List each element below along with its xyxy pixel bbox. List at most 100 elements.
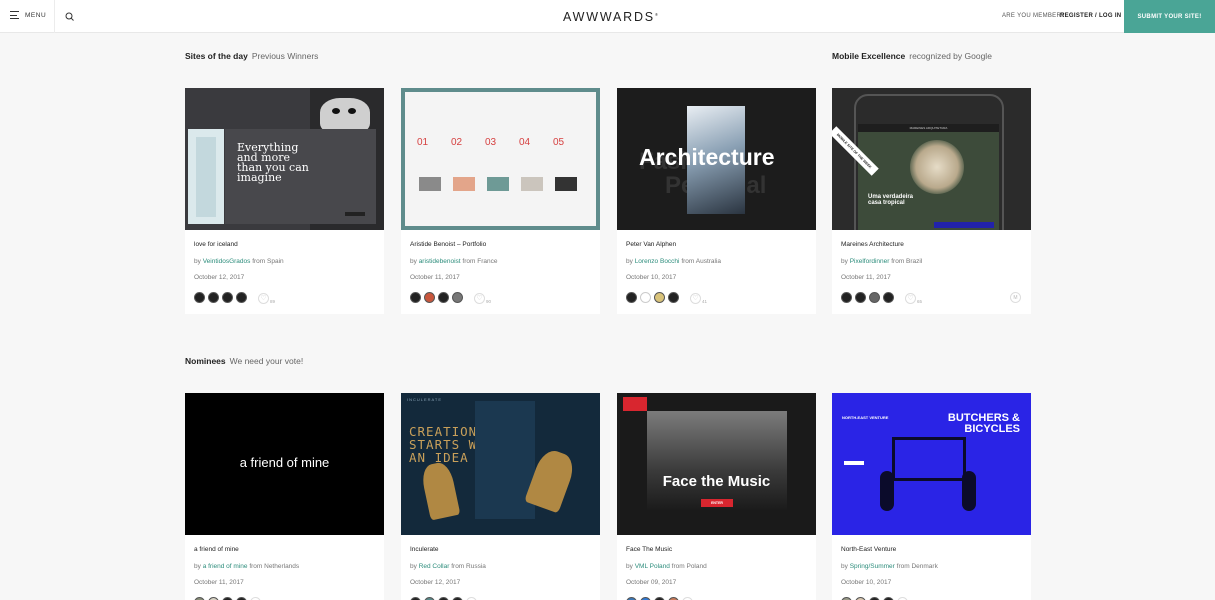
hero-text: Everything and more than you can imagine [237,141,309,184]
mobile-badge-icon: M [1010,292,1021,303]
previous-winners-link[interactable]: Previous Winners [252,51,319,61]
site-name[interactable]: Inculerate [410,546,439,553]
like-button[interactable]: ♡ 90 [474,292,491,304]
by-label: by [410,563,417,570]
site-card[interactable]: a friend of mine a friend of mine by a f… [185,393,384,600]
jury-avatar[interactable] [222,292,233,303]
jury-avatars [410,292,463,303]
site-card[interactable]: 01 02 03 04 05 Aristide Benoist – Portfo… [401,88,600,314]
site-credit: by Lorenzo Bocchi from Australia [626,258,721,265]
jury-avatars [194,292,247,303]
author-link[interactable]: Red Collar [419,563,450,570]
country: from Denmark [896,563,938,570]
jury-avatar[interactable] [424,292,435,303]
site-thumbnail[interactable]: Fashion Personal Architecture [617,88,816,230]
site-name[interactable]: love for iceland [194,241,238,248]
author-link[interactable]: VeintidosGrados [203,258,251,265]
thumb-brand: INCULERATE [407,397,443,402]
hamburger-icon [10,11,19,19]
author-link[interactable]: Spring/Summer [850,563,895,570]
author-link[interactable]: a friend of mine [203,563,248,570]
like-count: 41 [702,299,708,304]
site-card[interactable]: Face the Music ENTER Face The Music by V… [617,393,816,600]
section-title: Nominees [185,356,226,366]
site-card[interactable]: Everything and more than you can imagine… [185,88,384,314]
site-thumbnail[interactable]: NORTH-EAST VENTURE BUTCHERS & BICYCLES [832,393,1031,535]
jury-avatar[interactable] [438,292,449,303]
bike-wheel [962,471,976,511]
jury-avatar[interactable] [855,292,866,303]
by-label: by [841,563,848,570]
jury-avatar[interactable] [208,292,219,303]
site-thumbnail[interactable]: INCULERATE CREATION STARTS WITH AN IDEA [401,393,600,535]
site-thumbnail[interactable]: Face the Music ENTER [617,393,816,535]
site-name[interactable]: Peter Van Alphen [626,241,676,248]
hero-text: a friend of mine [239,455,330,470]
hero-text: Architecture [639,144,775,170]
sites-of-the-day-heading: Sites of the day Previous Winners [185,51,318,61]
author-link[interactable]: VML Poland [635,563,670,570]
sidebar-panel [188,129,224,224]
jury-avatar[interactable] [236,292,247,303]
jury-avatar[interactable] [668,292,679,303]
site-date: October 09, 2017 [626,579,677,586]
like-button[interactable]: ♡ 89 [258,292,275,304]
jury-avatar[interactable] [841,292,852,303]
author-link[interactable]: Lorenzo Bocchi [635,258,680,265]
site-name[interactable]: Face The Music [626,546,672,553]
hero-text: BUTCHERS & BICYCLES [947,412,1020,435]
site-thumbnail[interactable]: Everything and more than you can imagine [185,88,384,230]
country: from Netherlands [249,563,300,570]
top-navbar: MENU AWWWARDS® ARE YOU MEMBER? REGISTER … [0,0,1215,33]
site-card[interactable]: Fashion Personal Architecture Peter Van … [617,88,816,314]
site-card[interactable]: NORTH-EAST VENTURE BUTCHERS & BICYCLES N… [832,393,1031,600]
logo-text: AWWWARDS [563,10,655,24]
author-link[interactable]: aristidebenoist [419,258,461,265]
bike-wheel [880,471,894,511]
brand-logo [623,397,647,411]
site-thumbnail[interactable]: a friend of mine [185,393,384,535]
jury-avatar[interactable] [194,292,205,303]
submit-site-button[interactable]: SUBMIT YOUR SITE! [1124,0,1215,33]
jury-avatar[interactable] [883,292,894,303]
author-link[interactable]: Pixelfordinner [850,258,890,265]
by-label: by [626,563,633,570]
section-title: Sites of the day [185,51,248,61]
site-card[interactable]: INCULERATE CREATION STARTS WITH AN IDEA … [401,393,600,600]
header-divider [54,0,55,33]
jury-avatar[interactable] [654,292,665,303]
project-number: 03 [485,137,497,148]
search-icon[interactable] [64,10,76,22]
site-date: October 10, 2017 [626,274,677,281]
like-count: 89 [270,299,276,304]
jury-avatar[interactable] [640,292,651,303]
jury-avatar[interactable] [410,292,421,303]
jury-avatar[interactable] [626,292,637,303]
like-count: 90 [486,299,492,304]
like-button[interactable]: ♡ 65 [905,292,922,304]
phone-header: MAREINES ARQUITETURA [858,124,999,132]
site-name[interactable]: Mareines Architecture [841,241,904,248]
site-date: October 11, 2017 [841,274,891,281]
like-button[interactable]: ♡ 41 [690,292,707,304]
site-date: October 11, 2017 [410,274,460,281]
site-credit: by a friend of mine from Netherlands [194,563,299,570]
site-thumbnail[interactable]: 01 02 03 04 05 [401,88,600,230]
site-thumbnail[interactable]: MAREINES ARQUITETURA Uma verdadeira casa… [832,88,1031,230]
site-name[interactable]: North-East Venture [841,546,896,553]
jury-avatar[interactable] [452,292,463,303]
jury-avatar[interactable] [869,292,880,303]
site-name[interactable]: Aristide Benoist – Portfolio [410,241,486,248]
section-title: Mobile Excellence [832,51,906,61]
menu-label: MENU [25,11,47,19]
register-login-link[interactable]: REGISTER / LOG IN [1060,13,1121,19]
site-card[interactable]: MAREINES ARQUITETURA Uma verdadeira casa… [832,88,1031,314]
awwwards-logo[interactable]: AWWWARDS® [563,10,658,24]
jury-avatars [626,292,679,303]
site-name[interactable]: a friend of mine [194,546,239,553]
menu-button[interactable]: MENU [10,11,46,19]
site-credit: by VML Poland from Poland [626,563,707,570]
by-label: by [194,258,201,265]
project-number: 01 [417,137,429,148]
project-number: 02 [451,137,463,148]
